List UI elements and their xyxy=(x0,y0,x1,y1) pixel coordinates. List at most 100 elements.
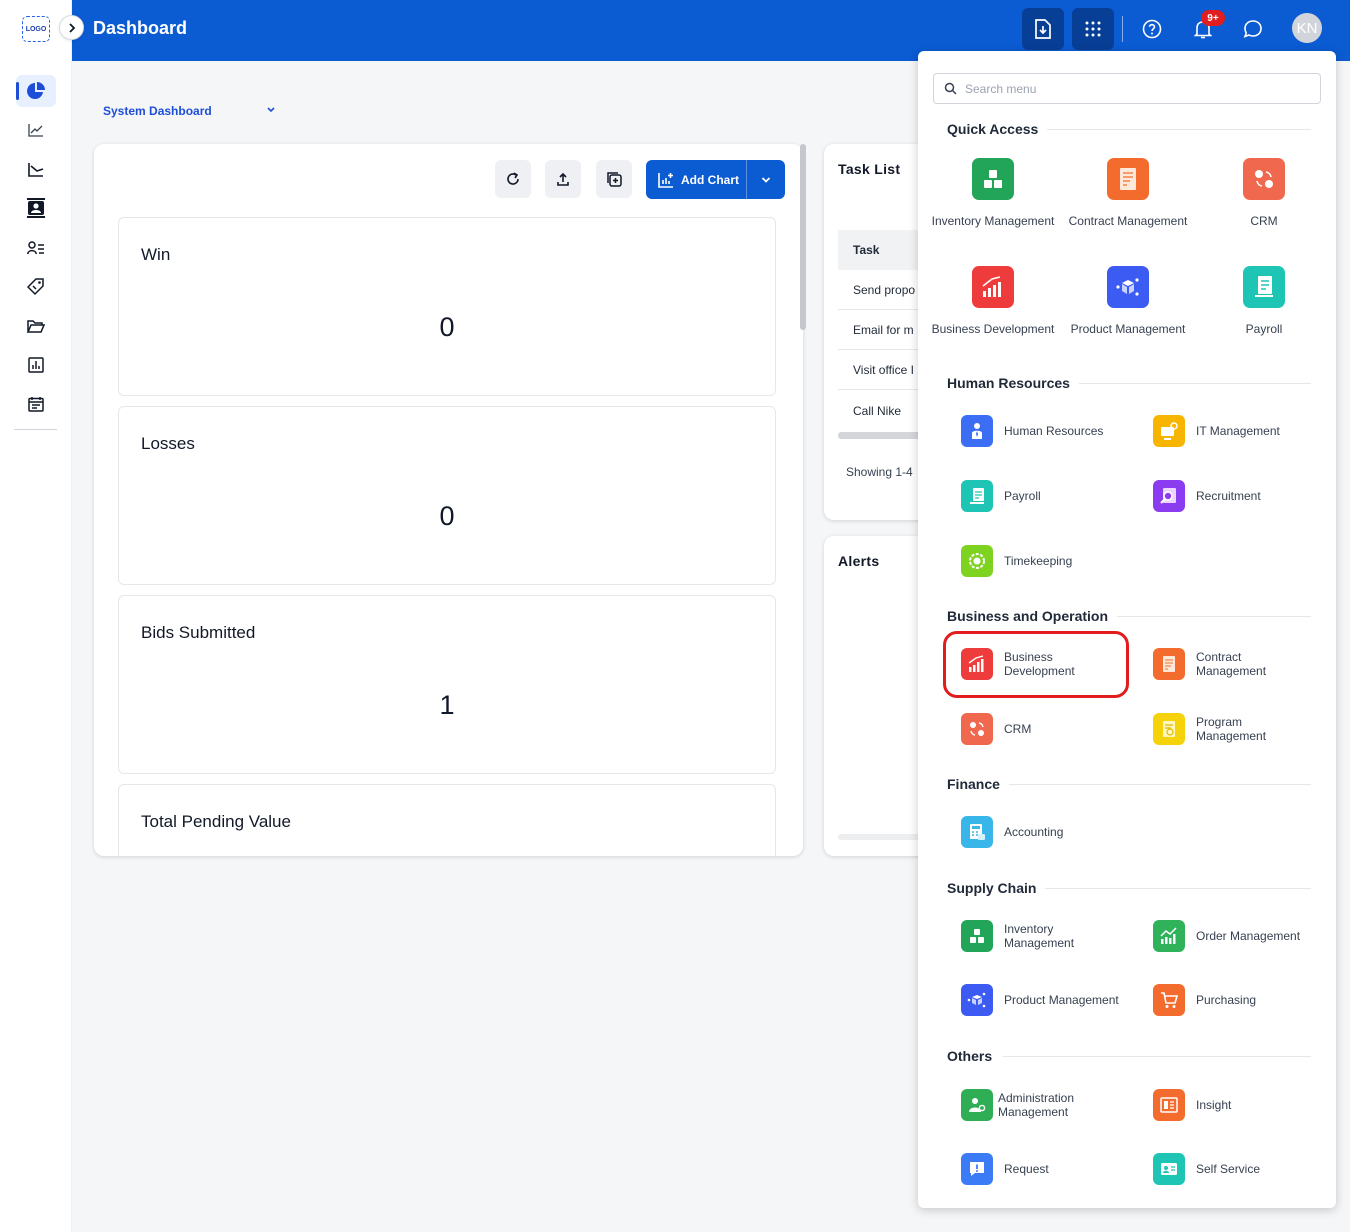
section-title-human-resources: Human Resources xyxy=(947,375,1079,391)
contract-icon xyxy=(1153,648,1185,680)
menu-item-program-management[interactable]: Program Management xyxy=(1153,712,1306,746)
metric-card-total-pending-value: Total Pending Value xyxy=(118,784,776,856)
menu-item-payroll[interactable]: Payroll xyxy=(961,479,1114,513)
sidebar-item-users-list[interactable] xyxy=(16,232,56,264)
app-label: Product Management xyxy=(1070,322,1186,336)
quick-access-payroll[interactable]: Payroll xyxy=(1201,266,1327,337)
menu-item-administration-management[interactable]: Administration Management xyxy=(961,1088,1108,1122)
tag-icon xyxy=(27,278,44,296)
add-chart-button[interactable]: Add Chart xyxy=(646,160,785,199)
section-divider xyxy=(1040,888,1311,889)
menu-item-purchasing[interactable]: Purchasing xyxy=(1153,983,1306,1017)
menu-item-accounting[interactable]: Accounting xyxy=(961,815,1114,849)
charts-panel: Add Chart Win 0 Losses 0 Bids Submitted … xyxy=(94,144,803,856)
app-label: IT Management xyxy=(1196,424,1280,438)
menu-item-recruitment[interactable]: Recruitment xyxy=(1153,479,1306,513)
sidebar-item-calendar[interactable] xyxy=(16,388,56,420)
metric-title: Total Pending Value xyxy=(141,812,291,831)
product-icon xyxy=(961,984,993,1016)
sidebar-item-contacts[interactable] xyxy=(16,192,56,224)
crm-icon xyxy=(961,713,993,745)
section-title-supply-chain: Supply Chain xyxy=(947,880,1046,896)
metric-card-bids-submitted: Bids Submitted 1 xyxy=(118,595,776,774)
app-label: Human Resources xyxy=(1004,424,1104,438)
app-label: CRM xyxy=(1250,214,1278,228)
menu-item-human-resources[interactable]: Human Resources xyxy=(961,414,1114,448)
user-avatar[interactable]: KN xyxy=(1292,13,1322,43)
menu-item-contract-management[interactable]: Contract Management xyxy=(1153,647,1306,681)
request-icon xyxy=(961,1153,993,1185)
download-icon xyxy=(1035,19,1051,39)
help-button[interactable] xyxy=(1137,14,1167,44)
app-label: Program Management xyxy=(1196,715,1267,743)
app-label: Accounting xyxy=(1004,825,1064,839)
quick-access-crm[interactable]: CRM xyxy=(1201,158,1327,229)
section-divider xyxy=(1007,784,1311,785)
order-icon xyxy=(1153,920,1185,952)
quick-access-product-management[interactable]: Product Management xyxy=(1065,266,1191,337)
administration-icon xyxy=(961,1089,993,1121)
quick-access-inventory-management[interactable]: Inventory Management xyxy=(930,158,1056,229)
metric-card-win: Win 0 xyxy=(118,217,776,396)
chat-button[interactable] xyxy=(1238,14,1268,44)
sidebar-divider xyxy=(14,429,57,430)
app-label: Request xyxy=(1004,1162,1049,1176)
sidebar-collapse-button[interactable] xyxy=(59,15,84,40)
highlight-annotation xyxy=(943,631,1129,698)
refresh-button[interactable] xyxy=(495,160,531,198)
add-chart-icon xyxy=(658,172,673,188)
menu-item-insight[interactable]: Insight xyxy=(1153,1088,1306,1122)
section-divider xyxy=(1003,1056,1311,1057)
quick-access-business-development[interactable]: Business Development xyxy=(930,266,1056,337)
search-icon xyxy=(944,82,957,95)
app-label: Inventory Management xyxy=(1004,922,1075,950)
app-label: Administration Management xyxy=(998,1091,1075,1119)
menu-item-product-management[interactable]: Product Management xyxy=(961,983,1129,1017)
menu-item-timekeeping[interactable]: Timekeeping xyxy=(961,544,1114,578)
folder-open-icon xyxy=(27,319,45,333)
duplicate-button[interactable] xyxy=(596,160,632,198)
menu-item-self-service[interactable]: Self Service xyxy=(1153,1152,1306,1186)
alerts-title: Alerts xyxy=(838,553,880,569)
app-label: CRM xyxy=(1004,722,1032,736)
page-title: Dashboard xyxy=(93,18,188,38)
metric-title: Bids Submitted xyxy=(141,623,256,642)
pie-chart-icon xyxy=(27,82,45,99)
app-label: Contract Management xyxy=(1068,214,1188,228)
sidebar-item-files[interactable] xyxy=(16,310,56,342)
timekeeping-icon xyxy=(961,545,993,577)
grid-dots-icon xyxy=(1085,21,1101,37)
metric-title: Win xyxy=(141,245,171,264)
app-label: Self Service xyxy=(1196,1162,1261,1176)
section-divider xyxy=(1042,129,1311,130)
apps-menu-button[interactable] xyxy=(1072,8,1114,50)
charts-scrollbar[interactable] xyxy=(800,144,806,330)
sidebar-item-analytics[interactable] xyxy=(16,114,56,146)
menu-search-input[interactable] xyxy=(965,79,1305,99)
contract-icon xyxy=(1107,158,1149,200)
app-label: Payroll xyxy=(1004,489,1041,503)
menu-item-order-management[interactable]: Order Management xyxy=(1153,919,1321,953)
sidebar-item-reports[interactable] xyxy=(16,349,56,381)
export-button[interactable] xyxy=(545,160,581,198)
header-separator xyxy=(1122,16,1123,42)
self-service-icon xyxy=(1153,1153,1185,1185)
chevron-down-icon[interactable] xyxy=(266,106,276,114)
sidebar-item-dashboard[interactable] xyxy=(16,75,56,107)
menu-item-crm[interactable]: CRM xyxy=(961,712,1114,746)
section-divider xyxy=(1072,383,1311,384)
download-button[interactable] xyxy=(1022,8,1064,50)
quick-access-contract-management[interactable]: Contract Management xyxy=(1065,158,1191,229)
sidebar-item-deals[interactable] xyxy=(16,271,56,303)
insight-icon xyxy=(1153,1089,1185,1121)
menu-item-inventory-management[interactable]: Inventory Management xyxy=(961,919,1114,953)
sidebar-item-forecast[interactable] xyxy=(16,153,56,185)
logo[interactable]: LOGO xyxy=(22,16,50,42)
menu-item-it-management[interactable]: IT Management xyxy=(1153,414,1306,448)
menu-item-request[interactable]: Request xyxy=(961,1152,1114,1186)
recruitment-icon xyxy=(1153,480,1185,512)
dashboard-selector[interactable]: System Dashboard xyxy=(103,104,212,118)
trend-chart-icon xyxy=(28,124,43,137)
add-chart-dropdown[interactable] xyxy=(747,176,785,184)
app-label: Insight xyxy=(1196,1098,1232,1112)
